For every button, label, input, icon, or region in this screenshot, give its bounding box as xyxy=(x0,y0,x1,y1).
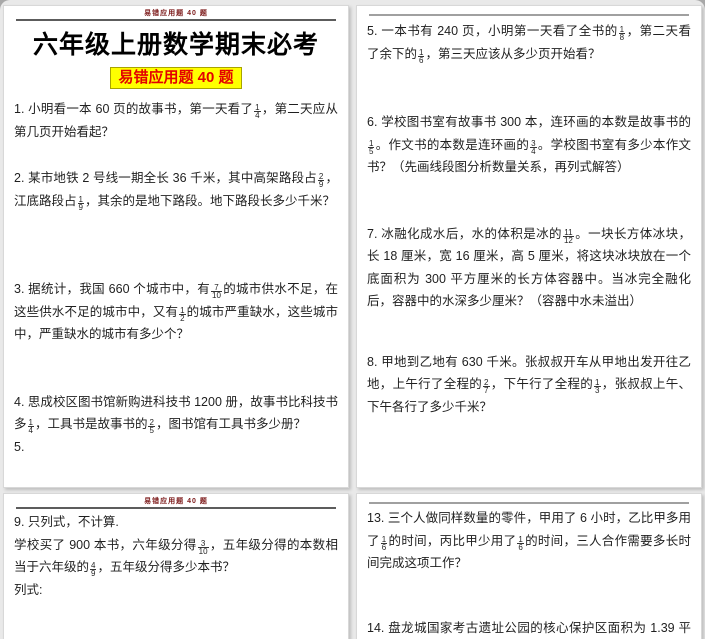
page-title: 六年级上册数学期末必考 xyxy=(32,31,319,59)
question-7: 7. 冰融化成水后，水的体积是冰的 11 12 。一块长方体冰块，长 18 厘米，宽 … xyxy=(367,226,691,309)
running-header: 易错应用题 40 题 xyxy=(144,10,208,17)
document-canvas[interactable]: 易错应用题 40 题 六年级上册数学期末必考 易错应用题 40 题 1. 小明看… xyxy=(0,0,705,639)
subtitle-badge: 易错应用题 40 题 xyxy=(110,67,242,89)
page-2: 5. 一本书有 240 页，小明第一天看了全书的 1 8 ，第二天看了余下的 1 6 ，第三… xyxy=(356,5,702,488)
question-1: 1. 小明看一本 60 页的故事书，第一天看了 1 4 ，第二天应从第几页开始看起？ xyxy=(14,102,338,139)
page-3: 易错应用题 40 题 9. 只列式，不计算. 学校买了 900 本书，六年级分得… xyxy=(3,493,349,639)
question-3: 3. 据统计，我国 660 个城市中，有 7 10 的城市供水不足，在这些供水不足的城… xyxy=(14,282,338,341)
header-rule xyxy=(369,14,689,16)
question-6: 6. 学校图书室有故事书 300 本，连环画的本数是故事书的 1 5 。作文书的本数是… xyxy=(367,115,691,174)
question-14: 14. 盘龙城国家考古遗址公园的核心保护区面积为 1.39 平方千米，比公园规划… xyxy=(367,620,691,635)
page-4: 13. 三个人做同样数量的零件，甲用了 6 小时，乙比甲多用了 1 6 的时间，丙比甲… xyxy=(356,493,702,639)
question-5: 5. 一本书有 240 页，小明第一天看了全书的 1 8 ，第二天看了余下的 1 6 ，第三… xyxy=(367,24,691,65)
question-5-stub: 5. xyxy=(14,439,25,454)
subtitle-badge-row: 易错应用题 40 题 xyxy=(14,67,338,89)
question-9-answer-label: 列式: xyxy=(14,582,43,597)
header-rule xyxy=(16,507,336,509)
question-4: 4. 思成校区图书馆新购进科技书 1200 册，故事书比科技书多 1 4 ，工具书是故… xyxy=(14,394,338,435)
header-rule xyxy=(16,19,336,21)
question-9-heading: 9. 只列式，不计算. xyxy=(14,515,119,529)
question-9-body: 学校买了 900 本书，六年级分得 3 10 ，五年级分得的本数相当于六年级的 4 9 ，五… xyxy=(14,537,338,578)
running-header: 易错应用题 40 题 xyxy=(144,498,208,505)
question-2: 2. 某市地铁 2 号线一期全长 36 千米，其中高架路段占 2 9 ，江底路段占 1 9… xyxy=(14,171,338,212)
question-8: 8. 甲地到乙地有 630 千米。张叔叔开车从甲地出发开往乙地，上午行了全程的 2… xyxy=(367,354,691,414)
page-1: 易错应用题 40 题 六年级上册数学期末必考 易错应用题 40 题 1. 小明看… xyxy=(3,5,349,488)
header-rule xyxy=(369,502,689,504)
question-13: 13. 三个人做同样数量的零件，甲用了 6 小时，乙比甲多用了 1 6 的时间，丙比甲… xyxy=(367,511,691,570)
